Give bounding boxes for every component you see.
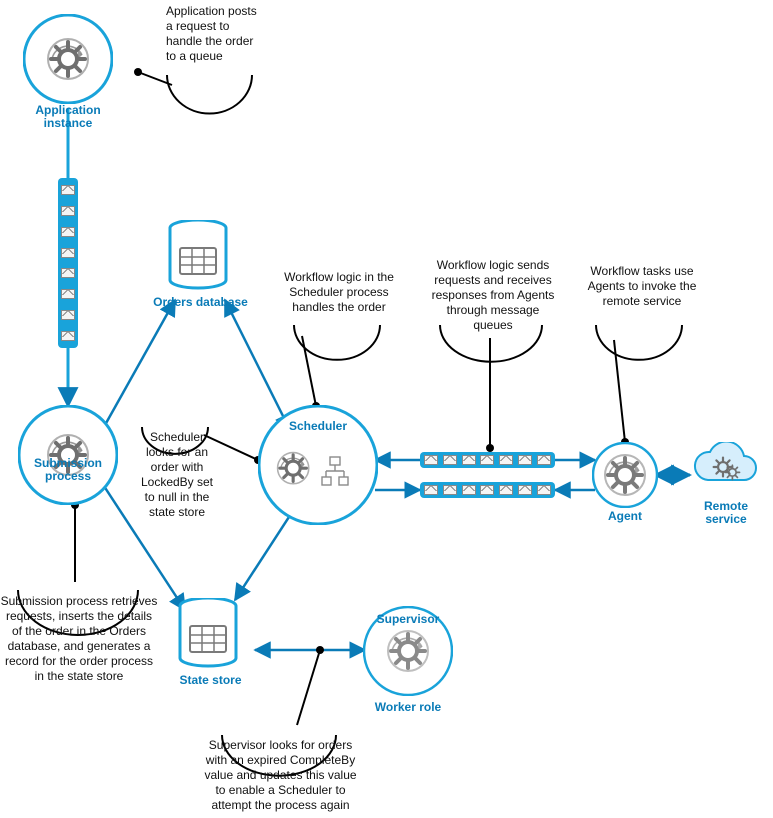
envelope-icon [537, 455, 551, 465]
agent-node [592, 442, 658, 508]
state-store-label: State store [163, 674, 258, 687]
envelope-icon [424, 455, 438, 465]
remote-service-label: Remote service [686, 500, 766, 526]
agent-label: Agent [592, 510, 658, 523]
envelope-icon [499, 485, 513, 495]
submission-process-node [18, 405, 118, 505]
anno-submission: Submission process retrieves requests, i… [0, 594, 158, 684]
app-submission-queue [58, 178, 78, 348]
anno-app-post: Application posts a request to handle th… [166, 4, 262, 64]
envelope-icon [61, 268, 75, 278]
application-instance-label: Application instance [23, 104, 113, 130]
supervisor-sublabel: Worker role [363, 700, 453, 714]
anno-workflow-tasks: Workflow tasks use Agents to invoke the … [582, 264, 702, 309]
envelope-icon [61, 248, 75, 258]
anno-supervisor: Supervisor looks for orders with an expi… [198, 738, 363, 813]
envelope-icon [61, 227, 75, 237]
submission-label-final: Submission process [13, 457, 123, 483]
anno-scheduler-looks: Scheduler looks for an order with Locked… [138, 430, 216, 520]
envelope-icon [61, 185, 75, 195]
application-instance-node [23, 14, 113, 104]
scheduler-label: Scheduler [258, 420, 378, 433]
envelope-icon [443, 485, 457, 495]
envelope-icon [443, 455, 457, 465]
anno-workflow-sends: Workflow logic sends requests and receiv… [428, 258, 558, 333]
envelope-icon [518, 485, 532, 495]
anno-workflow-logic: Workflow logic in the Scheduler process … [284, 270, 394, 315]
scheduler-agent-queue-out [420, 452, 555, 468]
envelope-icon [518, 455, 532, 465]
state-store-node [178, 598, 242, 670]
envelope-icon [462, 485, 476, 495]
supervisor-label: Supervisor [363, 613, 453, 626]
scheduler-agent-queue-in [420, 482, 555, 498]
envelope-icon [480, 485, 494, 495]
envelope-icon [61, 206, 75, 216]
envelope-icon [61, 289, 75, 299]
envelope-icon [61, 310, 75, 320]
remote-service-node [686, 442, 766, 502]
envelope-icon [499, 455, 513, 465]
envelope-icon [61, 331, 75, 341]
orders-database-label: Orders database [153, 296, 248, 309]
envelope-icon [480, 455, 494, 465]
envelope-icon [424, 485, 438, 495]
envelope-icon [462, 455, 476, 465]
orders-database-node [168, 220, 232, 292]
envelope-icon [537, 485, 551, 495]
